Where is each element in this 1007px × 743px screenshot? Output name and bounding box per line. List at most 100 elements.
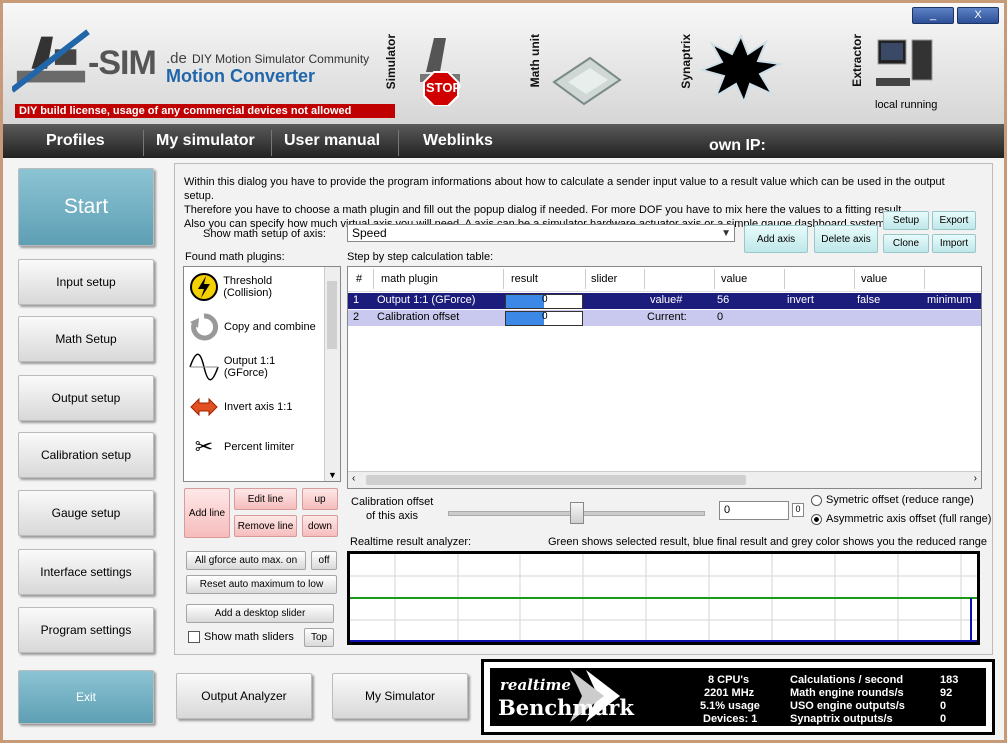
chevron-left-icon[interactable]: ‹ xyxy=(352,473,355,484)
sine-wave-icon xyxy=(184,347,224,387)
info-line: Therefore you have to choose a math plug… xyxy=(184,204,905,216)
chevron-down-icon[interactable]: ▼ xyxy=(328,470,337,480)
table-row[interactable]: 1 Output 1:1 (GForce) 0 value# 56 invert… xyxy=(348,293,981,309)
math-setup-button[interactable]: Math Setup xyxy=(18,316,154,362)
table-header: # math plugin result slider value value xyxy=(348,267,981,292)
gauge-setup-button[interactable]: Gauge setup xyxy=(18,490,154,536)
add-line-button[interactable]: Add line xyxy=(184,488,230,538)
math-chip-icon[interactable] xyxy=(550,52,622,108)
clone-button[interactable]: Clone xyxy=(883,234,929,253)
slider-thumb[interactable] xyxy=(569,502,584,524)
row-plugin: Output 1:1 (GForce) xyxy=(377,294,476,306)
scrollbar-thumb[interactable] xyxy=(327,281,337,349)
row-cell: minimum xyxy=(927,294,972,306)
output-analyzer-button[interactable]: Output Analyzer xyxy=(176,673,312,719)
invert-arrows-icon xyxy=(184,387,224,427)
benchmark-panel: realtime Benchmark 8 CPU's 2201 MHz 5.1%… xyxy=(481,659,995,735)
my-simulator-button[interactable]: My Simulator xyxy=(332,673,468,719)
axis-select[interactable]: Speed ▼ xyxy=(347,224,735,242)
move-up-button[interactable]: up xyxy=(302,488,338,510)
computer-icon[interactable] xyxy=(874,38,936,94)
column-header: value xyxy=(861,273,888,285)
result-bar-fill xyxy=(506,312,544,325)
calibration-slider[interactable] xyxy=(448,498,705,526)
calibration-setup-button[interactable]: Calibration setup xyxy=(18,432,154,478)
simulator-label: Simulator xyxy=(384,34,398,90)
benchmark-display: realtime Benchmark 8 CPU's 2201 MHz 5.1%… xyxy=(490,668,986,726)
plugin-name: Invert axis 1:1 xyxy=(224,401,293,413)
column-divider xyxy=(924,269,925,289)
result-bar: 0 xyxy=(505,311,583,326)
reset-auto-max-button[interactable]: Reset auto maximum to low xyxy=(186,575,337,594)
simulator-module[interactable]: STOP xyxy=(412,32,472,107)
menu-weblinks[interactable]: Weblinks xyxy=(423,132,493,150)
row-cell: false xyxy=(857,294,881,306)
add-axis-button[interactable]: Add axis xyxy=(744,225,808,253)
lightning-icon xyxy=(184,267,223,307)
menu-user-manual[interactable]: User manual xyxy=(284,132,380,150)
plugin-list-scrollbar[interactable]: ▼ xyxy=(324,267,340,481)
row-number: 1 xyxy=(353,294,360,306)
menu-divider xyxy=(143,130,144,156)
close-button[interactable]: X xyxy=(957,7,999,24)
show-axis-label: Show math setup of axis: xyxy=(203,228,326,240)
start-button[interactable]: Start xyxy=(18,168,154,246)
menu-profiles[interactable]: Profiles xyxy=(46,132,105,150)
plugin-item[interactable]: Invert axis 1:1 xyxy=(184,387,322,427)
edit-line-button[interactable]: Edit line xyxy=(234,488,297,510)
axis-select-value: Speed xyxy=(352,226,387,240)
benchmark-logo-line2: Benchmark xyxy=(498,695,634,720)
info-line: Within this dialog you have to provide t… xyxy=(184,176,945,202)
cpu-mhz: 2201 MHz xyxy=(704,687,755,699)
plugin-list[interactable]: Threshold (Collision) Copy and combine O… xyxy=(183,266,341,482)
program-settings-button[interactable]: Program settings xyxy=(18,607,154,653)
output-setup-button[interactable]: Output setup xyxy=(18,375,154,421)
stat-value: 0 xyxy=(940,713,947,725)
result-value: 0 xyxy=(542,294,548,305)
column-header: value xyxy=(721,273,748,285)
interface-settings-button[interactable]: Interface settings xyxy=(18,549,154,595)
top-button[interactable]: Top xyxy=(304,628,334,647)
show-math-sliders-checkbox[interactable] xyxy=(188,631,200,643)
logo-tagline: DIY Motion Simulator Community xyxy=(192,52,370,66)
minimize-button[interactable]: _ xyxy=(912,7,954,24)
row-cell: value# xyxy=(650,294,683,306)
add-desktop-slider-button[interactable]: Add a desktop slider xyxy=(186,604,334,623)
found-plugins-label: Found math plugins: xyxy=(185,251,285,263)
move-down-button[interactable]: down xyxy=(302,515,338,537)
radio-unchecked[interactable] xyxy=(811,494,822,506)
simulator-chair-logo-icon xyxy=(12,29,90,93)
radio-checked[interactable] xyxy=(811,513,822,525)
gforce-off-button[interactable]: off xyxy=(311,551,337,570)
menu-my-simulator[interactable]: My simulator xyxy=(156,132,255,150)
input-setup-button[interactable]: Input setup xyxy=(18,259,154,305)
stat-label: Synaptrix outputs/s xyxy=(790,713,893,725)
result-bar: 0 xyxy=(505,294,583,309)
column-divider xyxy=(644,269,645,289)
calibration-offset-input[interactable]: 0 xyxy=(719,501,789,520)
asymmetric-offset-option[interactable]: Asymmetric axis offset (full range) xyxy=(811,513,991,525)
chevron-right-icon[interactable]: › xyxy=(974,473,977,484)
remove-line-button[interactable]: Remove line xyxy=(234,515,297,537)
export-button[interactable]: Export xyxy=(932,211,976,230)
symmetric-offset-option[interactable]: Symetric offset (reduce range) xyxy=(811,494,974,506)
column-header: math plugin xyxy=(381,273,438,285)
gforce-auto-max-button[interactable]: All gforce auto max. on xyxy=(186,551,306,570)
scrollbar-thumb[interactable] xyxy=(366,475,746,485)
table-row[interactable]: 2 Calibration offset 0 Current: 0 xyxy=(348,310,981,326)
plugin-item[interactable]: Threshold (Collision) xyxy=(184,267,322,307)
plugin-item[interactable]: Output 1:1 (GForce) xyxy=(184,347,322,387)
delete-axis-button[interactable]: Delete axis xyxy=(814,225,878,253)
extractor-status: local running xyxy=(875,99,938,111)
column-divider xyxy=(503,269,504,289)
table-horizontal-scrollbar[interactable]: ‹ › xyxy=(348,471,981,488)
plugin-item[interactable]: Copy and combine xyxy=(184,307,322,347)
realtime-analyzer-graph xyxy=(347,551,980,645)
exit-button[interactable]: Exit xyxy=(18,670,154,724)
synaptrix-starburst-icon[interactable] xyxy=(700,34,782,104)
plugin-item[interactable]: ✂ Percent limiter xyxy=(184,427,322,467)
import-button[interactable]: Import xyxy=(932,234,976,253)
column-divider xyxy=(784,269,785,289)
setup-button[interactable]: Setup xyxy=(883,211,929,230)
column-divider xyxy=(854,269,855,289)
